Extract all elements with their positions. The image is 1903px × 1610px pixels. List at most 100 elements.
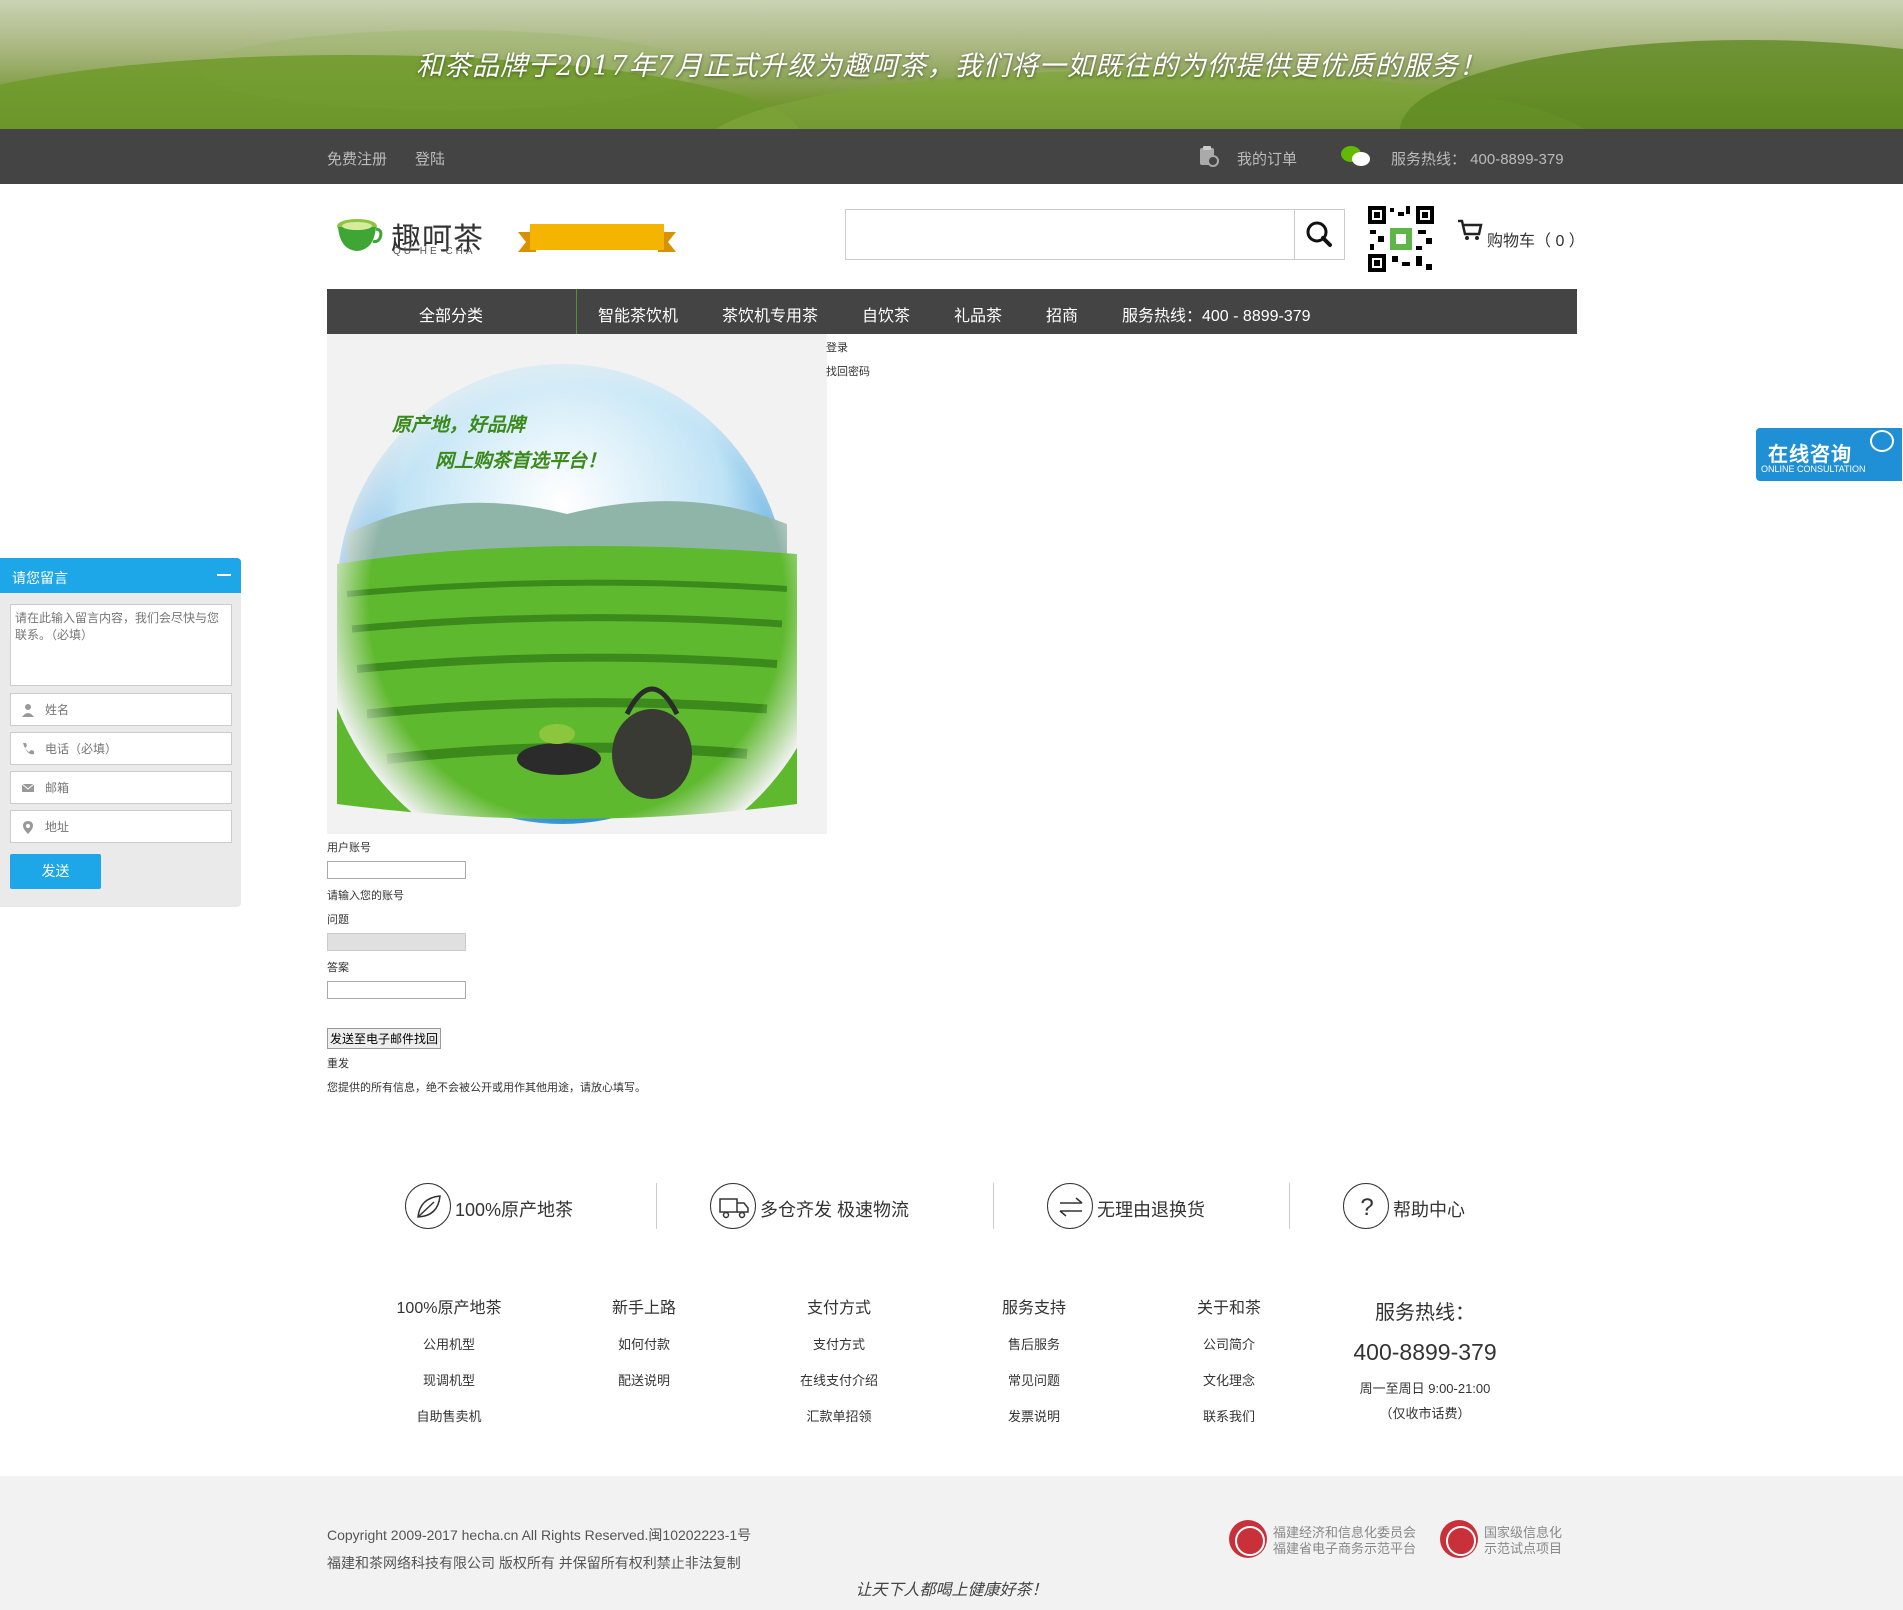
nav-item-gift-tea[interactable]: 礼品茶: [954, 302, 1002, 326]
footer-link[interactable]: 配送说明: [569, 1372, 719, 1408]
footer-link[interactable]: 现调机型: [374, 1372, 524, 1408]
chat-bubble-icon: [1870, 430, 1894, 452]
my-orders-link[interactable]: 我的订单: [1237, 148, 1297, 169]
footer-link[interactable]: 自助售卖机: [374, 1408, 524, 1444]
footer-col-service: 服务支持 售后服务 常见问题 发票说明: [959, 1294, 1109, 1444]
consult-subtitle: ONLINE CONSULTATION: [1761, 464, 1866, 474]
footer-hotline-number: 400-8899-379: [1353, 1339, 1497, 1365]
footer-link[interactable]: 支付方式: [764, 1336, 914, 1372]
svg-text:?: ?: [1360, 1194, 1373, 1221]
footer-link[interactable]: 汇款单招领: [764, 1408, 914, 1444]
question-field[interactable]: [327, 933, 466, 951]
mail-icon: [21, 783, 35, 792]
footer-link[interactable]: 公用机型: [374, 1336, 524, 1372]
footer-link[interactable]: 售后服务: [959, 1336, 1109, 1372]
footer-link[interactable]: 在线支付介绍: [764, 1372, 914, 1408]
footer-col-newbie: 新手上路 如何付款 配送说明: [569, 1294, 719, 1408]
feature-label: 100%原产地茶: [455, 1200, 574, 1220]
send-email-button[interactable]: 发送至电子邮件找回: [327, 1028, 442, 1049]
message-panel-title: 请您留言: [12, 570, 68, 586]
logo-pinyin: QU HE CHA: [393, 246, 476, 257]
online-consultation-button[interactable]: 在线咨询 ONLINE CONSULTATION: [1756, 428, 1902, 481]
name-input[interactable]: [45, 694, 225, 725]
topbar-hotline: 服务热线： 400-8899-379: [1391, 151, 1564, 168]
search-button[interactable]: [1294, 210, 1344, 259]
copyright-line1: Copyright 2009-2017 hecha.cn All Rights …: [327, 1527, 752, 1543]
footer-hotline: 服务热线： 400-8899-379 周一至周日 9:00-21:00 （仅收市…: [1330, 1296, 1520, 1422]
footer-link[interactable]: 联系我们: [1154, 1408, 1304, 1444]
address-field[interactable]: [10, 810, 232, 843]
qr-code: [1366, 204, 1436, 274]
nav-all-categories[interactable]: 全部分类: [327, 289, 577, 334]
register-link[interactable]: 免费注册: [327, 148, 387, 169]
consult-title: 在线咨询: [1768, 444, 1852, 466]
divider: [1289, 1183, 1290, 1229]
hero-line2: 网上购茶首选平台！: [435, 451, 607, 472]
phone-field[interactable]: [10, 732, 232, 765]
footer-link[interactable]: 公司简介: [1154, 1336, 1304, 1372]
nav-item-franchise[interactable]: 招商: [1046, 302, 1078, 326]
nav-hotline: 服务热线：400 - 8899-379: [1122, 308, 1311, 325]
resend-link[interactable]: 重发: [327, 1055, 349, 1071]
top-banner[interactable]: 和茶品牌于2017年7月正式升级为趣呵茶，我们将一如既往的为你提供更优质的服务！: [0, 0, 1903, 129]
message-send-button[interactable]: 发送: [10, 854, 101, 889]
tea-cup-icon: [337, 219, 383, 251]
main-nav: 全部分类 智能茶饮机 茶饮机专用茶 自饮茶 礼品茶 招商 服务热线：400 - …: [327, 289, 1577, 334]
footer-hotline-hours: 周一至周日 9:00-21:00: [1359, 1381, 1491, 1396]
answer-input[interactable]: [327, 981, 466, 999]
message-panel-header[interactable]: 请您留言: [0, 558, 241, 593]
seal-icon: [1229, 1520, 1267, 1558]
footer-col-title: 关于和茶: [1196, 1300, 1261, 1317]
phone-input[interactable]: [45, 733, 225, 764]
footer-link[interactable]: 文化理念: [1154, 1372, 1304, 1408]
cart-button[interactable]: 购物车（ 0 ）: [1457, 218, 1585, 250]
nav-item-smart-tea-machine[interactable]: 智能茶饮机: [598, 302, 678, 326]
tea-field-illustration: [327, 334, 827, 834]
leaf-icon: [417, 1195, 441, 1218]
order-icon: [1200, 146, 1219, 167]
nav-item-machine-tea[interactable]: 茶饮机专用茶: [722, 302, 818, 326]
message-textarea[interactable]: [10, 604, 232, 686]
cart-icon: [1458, 219, 1483, 240]
find-password-link[interactable]: 找回密码: [826, 363, 870, 379]
minimize-icon[interactable]: [217, 574, 231, 576]
badge-line1: 福建经济和信息化委员会: [1273, 1525, 1417, 1540]
account-hint: 请输入您的账号: [327, 890, 404, 902]
footer-link[interactable]: 发票说明: [959, 1408, 1109, 1444]
hero-line1: 原产地，好品牌: [392, 415, 526, 436]
location-icon: [23, 821, 33, 834]
badge-line2: 示范试点项目: [1484, 1541, 1563, 1556]
footer-col-title: 服务支持: [1001, 1300, 1066, 1317]
copyright-line2: 福建和茶网络科技有限公司 版权所有 并保留所有权利禁止非法复制: [327, 1555, 741, 1571]
search-input[interactable]: [846, 210, 1294, 259]
question-icon: ?: [1360, 1194, 1373, 1221]
email-input[interactable]: [45, 772, 225, 803]
badge-line1: 国家级信息化: [1484, 1525, 1563, 1540]
footer-link[interactable]: 常见问题: [959, 1372, 1109, 1408]
account-input[interactable]: [327, 861, 466, 879]
footer-col-payment: 支付方式 支付方式 在线支付介绍 汇款单招领: [764, 1294, 914, 1444]
answer-label: 答案: [327, 962, 349, 974]
name-field[interactable]: [10, 693, 232, 726]
user-icon: [22, 704, 34, 717]
wechat-icon[interactable]: [1340, 145, 1372, 167]
phone-icon: [23, 743, 34, 755]
site-logo[interactable]: 趣呵茶 QU HE CHA: [335, 210, 495, 260]
nav-item-self-drink-tea[interactable]: 自饮茶: [862, 302, 910, 326]
truck-icon: [719, 1198, 749, 1219]
login-link-small[interactable]: 登录: [826, 339, 848, 355]
address-input[interactable]: [45, 811, 225, 842]
badge-line2: 福建省电子商务示范平台: [1273, 1541, 1417, 1556]
login-link[interactable]: 登陆: [415, 148, 445, 169]
footer-col-title: 支付方式: [806, 1300, 871, 1317]
cart-label: 购物车（ 0 ）: [1487, 233, 1585, 250]
footer-link[interactable]: 如何付款: [569, 1336, 719, 1372]
exchange-icon: [1059, 1197, 1083, 1217]
email-field[interactable]: [10, 771, 232, 804]
message-panel: 请您留言 发送: [0, 558, 241, 907]
search-icon: [1306, 221, 1332, 247]
feature-label: 多仓齐发 极速物流: [760, 1200, 910, 1220]
feature-label: 帮助中心: [1393, 1200, 1465, 1220]
banner-slogan: 和茶品牌于2017年7月正式升级为趣呵茶，我们将一如既往的为你提供更优质的服务！: [416, 51, 1487, 82]
divider: [993, 1183, 994, 1229]
